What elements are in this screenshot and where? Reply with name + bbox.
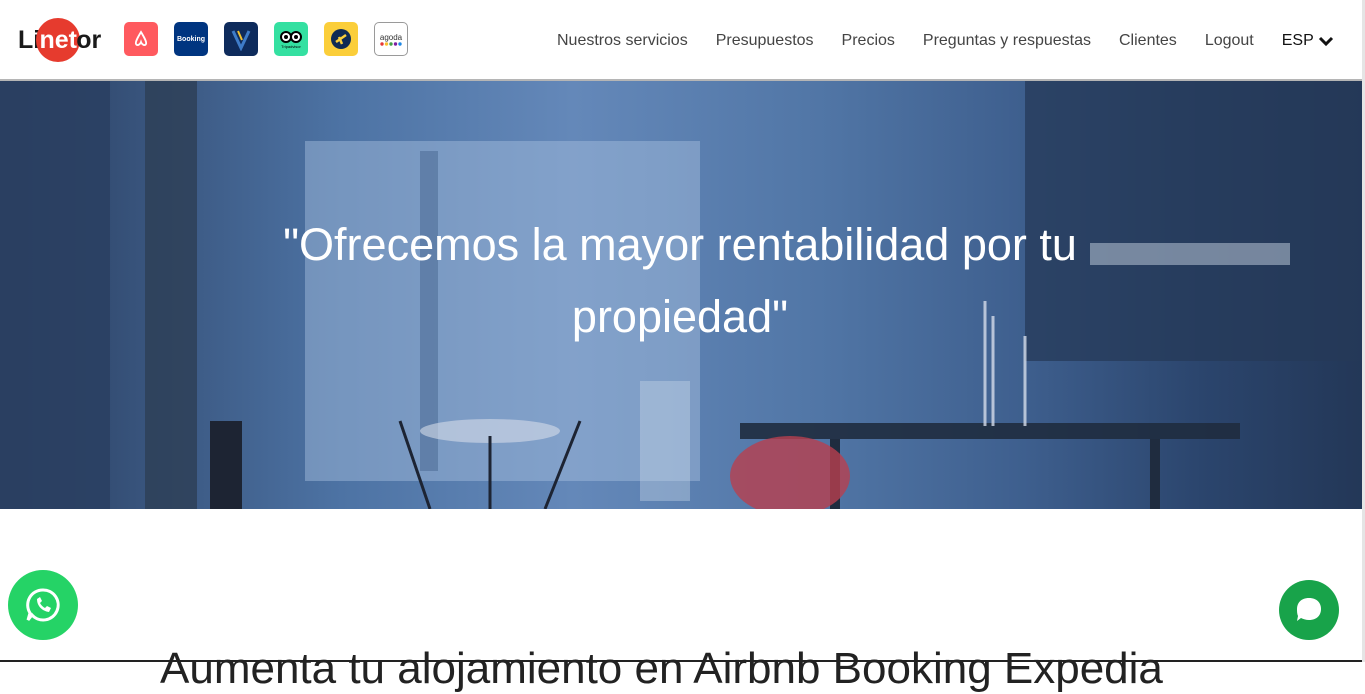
booking-icon: Booking	[174, 22, 208, 56]
logo-suffix: or	[76, 25, 102, 54]
nav-nuestros-servicios[interactable]: Nuestros servicios	[557, 32, 688, 50]
tripadvisor-label: Tripadvisor	[281, 43, 301, 49]
section-heading: Aumenta tu alojamiento en Airbnb Booking…	[160, 644, 1163, 693]
logo-circle: net	[36, 18, 81, 62]
chevron-down-icon	[1318, 36, 1333, 47]
nav-preguntas[interactable]: Preguntas y respuestas	[923, 32, 1091, 50]
chat-bubble-icon	[1297, 598, 1321, 621]
agoda-label: agoda	[379, 32, 403, 42]
nav-presupuestos[interactable]: Presupuestos	[716, 32, 814, 50]
tripadvisor-icon: Tripadvisor	[274, 22, 308, 56]
hero-quote: "Ofrecemos la mayor rentabilidad por tu …	[283, 219, 1077, 342]
whatsapp-icon	[26, 588, 60, 622]
platform-logos: Booking Tripadvisor agoda	[124, 22, 408, 56]
agoda-icon: agoda	[374, 22, 408, 56]
airbnb-icon	[124, 22, 158, 56]
whatsapp-button[interactable]	[8, 570, 78, 640]
nav-precios[interactable]: Precios	[842, 32, 895, 50]
hero-banner: "Ofrecemos la mayor rentabilidad por tu …	[0, 81, 1365, 509]
language-selector[interactable]: ESP	[1282, 32, 1334, 50]
chat-button[interactable]	[1279, 580, 1339, 640]
main-nav: Nuestros servicios Presupuestos Precios …	[557, 32, 1334, 50]
linetor-logo[interactable]: Li net or	[18, 18, 101, 62]
site-header: Li net or Booking Tripadvisor agoda Nues…	[0, 0, 1365, 81]
language-label: ESP	[1281, 32, 1314, 49]
nav-clientes[interactable]: Clientes	[1119, 32, 1177, 50]
nav-logout[interactable]: Logout	[1205, 32, 1254, 50]
booking-label: Booking	[177, 35, 205, 43]
expedia-icon	[324, 22, 358, 56]
vrbo-icon	[224, 22, 258, 56]
